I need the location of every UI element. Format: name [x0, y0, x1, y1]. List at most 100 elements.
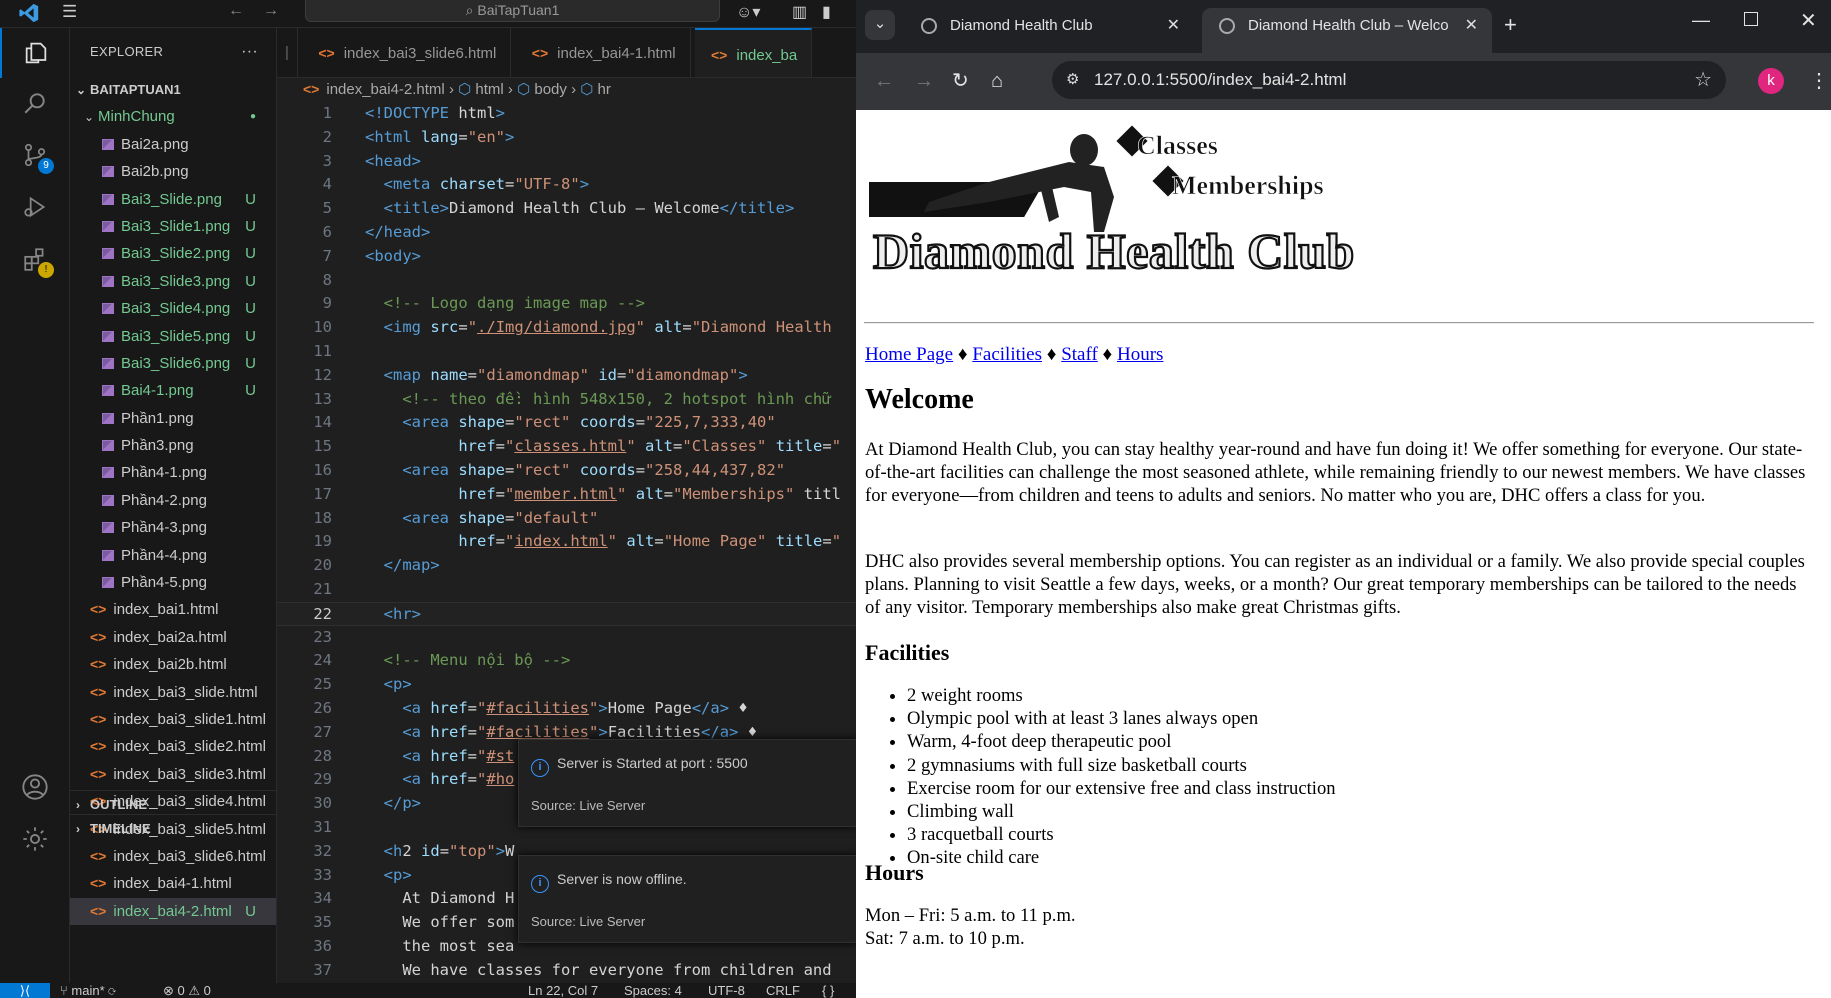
timeline-section[interactable]: › TIMELINE [70, 814, 276, 841]
forward-arrow-icon[interactable]: → [263, 2, 279, 20]
folder-minhchung[interactable]: ⌄ MinhChung ● [70, 103, 276, 130]
close-tab-icon[interactable]: ✕ [1167, 8, 1180, 44]
image-file-item[interactable]: Phần3.png [70, 432, 276, 459]
code-line[interactable]: 37 We have classes for everyone from chi… [277, 959, 856, 983]
html-file-item[interactable]: <> index_bai2a.html [70, 624, 276, 651]
diamond-logo-image-map[interactable]: Classes Memberships Diamond Health Club [869, 122, 1449, 292]
html-file-item[interactable]: <> index_bai3_slide3.html [70, 761, 276, 788]
forward-icon[interactable]: → [914, 53, 934, 110]
profile-avatar[interactable]: k [1758, 68, 1784, 94]
code-line[interactable]: 11 [277, 340, 856, 364]
code-line[interactable]: 12 <map name="diamondmap" id="diamondmap… [277, 364, 856, 388]
code-line[interactable]: 4 <meta charset="UTF-8"> [277, 173, 856, 197]
tab-search-icon[interactable]: ⌄ [865, 10, 895, 40]
code-line[interactable]: 6 </head> [277, 221, 856, 245]
image-file-item[interactable]: Bai2a.png [70, 131, 276, 158]
close-window-icon[interactable]: ✕ [1800, 8, 1817, 33]
nav-staff-link[interactable]: Staff [1061, 344, 1098, 365]
site-info-icon[interactable]: ⚙ [1066, 61, 1079, 99]
git-branch[interactable]: ⑂ main* ⟳ [60, 983, 116, 998]
code-line[interactable]: 22 <hr> [277, 601, 856, 626]
breadcrumb-body[interactable]: body [534, 81, 567, 98]
code-line[interactable]: 5 <title>Diamond Health Club – Welcome</… [277, 197, 856, 221]
image-file-item[interactable]: Bai4-1.png U [70, 377, 276, 404]
remote-icon[interactable]: ⟩⟨ [0, 983, 50, 998]
image-file-item[interactable]: Bai2b.png [70, 158, 276, 185]
image-file-item[interactable]: Bai3_Slide2.png U [70, 240, 276, 267]
image-file-item[interactable]: Bai3_Slide.png U [70, 186, 276, 213]
eol[interactable]: CRLF [766, 983, 800, 998]
image-file-item[interactable]: Bai3_Slide4.png U [70, 295, 276, 322]
indentation[interactable]: Spaces: 4 [624, 983, 682, 998]
code-line[interactable]: 2 <html lang="en"> [277, 126, 856, 150]
code-editor[interactable]: 1 <!DOCTYPE html> 2 <html lang="en"> 3 <head>… [277, 102, 856, 983]
home-icon[interactable]: ⌂ [991, 53, 1003, 110]
code-line[interactable]: 15 href="classes.html" alt="Classes" tit… [277, 435, 856, 459]
layout-icon[interactable]: ▥ [792, 2, 807, 22]
code-line[interactable]: 1 <!DOCTYPE html> [277, 102, 856, 126]
settings-gear-icon[interactable] [0, 814, 70, 864]
image-file-item[interactable]: Phần1.png [70, 405, 276, 432]
close-tab-icon[interactable]: ✕ [1465, 8, 1478, 44]
code-line[interactable]: 7 <body> [277, 245, 856, 269]
code-line[interactable]: 18 <area shape="default" [277, 507, 856, 531]
html-file-item[interactable]: <> index_bai3_slide.html [70, 679, 276, 706]
breadcrumb-html[interactable]: html [475, 81, 503, 98]
menu-icon[interactable]: ☰ [62, 2, 77, 22]
code-line[interactable]: 23 [277, 626, 856, 650]
image-file-item[interactable]: Phần4-3.png [70, 514, 276, 541]
maximize-icon[interactable] [1744, 12, 1758, 26]
image-file-item[interactable]: Phần4-4.png [70, 542, 276, 569]
workspace-root[interactable]: ⌄ BAITAPTUAN1 [70, 76, 276, 103]
extensions-icon[interactable]: ! [0, 234, 70, 284]
logo-classes-text[interactable]: Classes [1137, 131, 1219, 161]
image-file-item[interactable]: Phần4-2.png [70, 487, 276, 514]
code-line[interactable]: 24 <!-- Menu nội bộ --> [277, 649, 856, 673]
code-line[interactable]: 20 </map> [277, 554, 856, 578]
back-arrow-icon[interactable]: ← [228, 2, 244, 20]
bookmark-star-icon[interactable]: ☆ [1694, 61, 1712, 99]
more-actions-icon[interactable]: ··· [241, 28, 258, 76]
image-file-item[interactable]: Bai3_Slide1.png U [70, 213, 276, 240]
browser-tab-1[interactable]: Diamond Health Club ✕ [904, 8, 1194, 53]
code-line[interactable]: 13 <!-- theo đề: hình 548x150, 2 hotspot… [277, 388, 856, 412]
nav-hours-link[interactable]: Hours [1117, 344, 1163, 365]
cursor-position[interactable]: Ln 22, Col 7 [528, 983, 598, 998]
back-icon[interactable]: ← [874, 53, 894, 110]
outline-section[interactable]: › OUTLINE [70, 790, 276, 817]
code-line[interactable]: 26 <a href="#facilities">Home Page</a> ♦ [277, 697, 856, 721]
tab-overflow[interactable]: | [277, 28, 298, 77]
address-bar[interactable]: ⚙ 127.0.0.1:5500/index_bai4-2.html ☆ [1052, 61, 1726, 99]
nav-home-link[interactable]: Home Page [865, 344, 953, 365]
html-file-item[interactable]: <> index_bai3_slide1.html [70, 706, 276, 733]
code-line[interactable]: 21 [277, 578, 856, 602]
image-file-item[interactable]: Bai3_Slide3.png U [70, 268, 276, 295]
image-file-item[interactable]: Phần4-5.png [70, 569, 276, 596]
search-icon[interactable] [0, 78, 70, 128]
encoding[interactable]: UTF-8 [708, 983, 745, 998]
tab-bai4-1[interactable]: <> index_bai4-1.html [516, 28, 691, 77]
run-debug-icon[interactable] [0, 182, 70, 232]
breadcrumb-hr[interactable]: hr [598, 81, 611, 98]
html-file-item[interactable]: <> index_bai4-2.html U [70, 897, 276, 926]
copilot-icon[interactable]: ☺▾ [736, 2, 760, 22]
code-line[interactable]: 25 <p> [277, 673, 856, 697]
html-file-item[interactable]: <> index_bai2b.html [70, 651, 276, 678]
code-line[interactable]: 19 href="index.html" alt="Home Page" tit… [277, 530, 856, 554]
new-tab-icon[interactable]: + [1504, 12, 1517, 38]
html-file-item[interactable]: <> index_bai1.html [70, 596, 276, 623]
tab-bai3-slide6[interactable]: <> index_bai3_slide6.html [302, 28, 512, 77]
code-line[interactable]: 10 <img src="./Img/diamond.jpg" alt="Dia… [277, 316, 856, 340]
browser-tab-2[interactable]: Diamond Health Club – Welcome ✕ [1202, 8, 1492, 53]
command-center-search[interactable]: ⌕ BaiTapTuan1 [305, 0, 720, 22]
account-icon[interactable] [0, 762, 70, 812]
toggle-sidebar-icon[interactable]: ▮ [822, 2, 831, 22]
notification-server-offline[interactable]: i Server is now offline. Source: Live Ser… [518, 855, 858, 943]
code-line[interactable]: 3 <head> [277, 150, 856, 174]
problems-indicator[interactable]: ⊗ 0 ⚠ 0 [163, 983, 211, 998]
minimize-icon[interactable]: — [1692, 10, 1710, 31]
code-line[interactable]: 14 <area shape="rect" coords="225,7,333,… [277, 411, 856, 435]
logo-memberships-text[interactable]: Memberships [1172, 171, 1324, 201]
language-mode[interactable]: { } [822, 983, 834, 998]
code-line[interactable]: 16 <area shape="rect" coords="258,44,437… [277, 459, 856, 483]
